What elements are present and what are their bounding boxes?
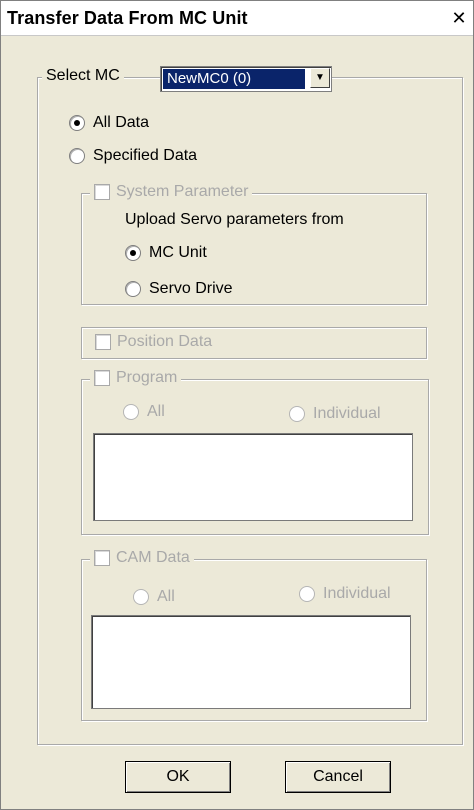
program-individual-label: Individual	[313, 405, 381, 422]
system-parameter-checkbox[interactable]	[94, 184, 110, 200]
position-data-option[interactable]: Position Data	[95, 333, 212, 351]
cam-individual-radio-button[interactable]	[299, 586, 315, 602]
select-mc-value: NewMC0 (0)	[163, 69, 305, 89]
cam-individual-radio[interactable]: Individual	[299, 585, 391, 603]
cam-data-checkbox[interactable]	[94, 550, 110, 566]
specified-data-label: Specified Data	[93, 147, 198, 164]
cam-all-radio-button[interactable]	[133, 589, 149, 605]
select-mc-legend: Select MC	[42, 67, 124, 85]
program-individual-radio[interactable]: Individual	[289, 405, 381, 423]
close-icon[interactable]: ✕	[449, 9, 469, 27]
cam-all-radio[interactable]: All	[133, 588, 175, 606]
system-parameter-label: System Parameter	[116, 183, 249, 200]
cam-data-label: CAM Data	[116, 549, 190, 566]
mc-unit-radio[interactable]: MC Unit	[125, 244, 207, 262]
program-all-radio[interactable]: All	[123, 403, 165, 421]
all-data-radio-button[interactable]	[69, 115, 85, 131]
servo-drive-label: Servo Drive	[149, 280, 233, 297]
cam-data-legend: CAM Data	[90, 549, 194, 567]
upload-servo-text: Upload Servo parameters from	[125, 211, 344, 228]
all-data-radio[interactable]: All Data	[69, 114, 149, 132]
program-label: Program	[116, 369, 178, 386]
servo-drive-radio[interactable]: Servo Drive	[125, 280, 233, 298]
program-list[interactable]	[93, 433, 413, 521]
transfer-data-dialog: Transfer Data From MC Unit ✕ Select MC N…	[0, 0, 474, 810]
cam-all-label: All	[157, 588, 175, 605]
dialog-title: Transfer Data From MC Unit	[7, 8, 248, 28]
chevron-down-icon[interactable]: ▼	[310, 68, 330, 88]
cam-individual-label: Individual	[323, 585, 391, 602]
position-data-label: Position Data	[117, 333, 213, 350]
specified-data-radio[interactable]: Specified Data	[69, 147, 197, 165]
program-checkbox[interactable]	[94, 370, 110, 386]
cam-data-list[interactable]	[91, 615, 411, 709]
servo-drive-radio-button[interactable]	[125, 281, 141, 297]
ok-button[interactable]: OK	[125, 761, 231, 793]
select-mc-label: Select MC	[46, 67, 120, 84]
specified-data-radio-button[interactable]	[69, 148, 85, 164]
title-bar: Transfer Data From MC Unit ✕	[1, 1, 473, 36]
program-all-radio-button[interactable]	[123, 404, 139, 420]
system-parameter-legend: System Parameter	[90, 183, 253, 201]
all-data-label: All Data	[93, 114, 150, 131]
select-mc-dropdown[interactable]: NewMC0 (0) ▼	[160, 66, 332, 92]
cancel-button[interactable]: Cancel	[285, 761, 391, 793]
program-individual-radio-button[interactable]	[289, 406, 305, 422]
mc-unit-radio-button[interactable]	[125, 245, 141, 261]
position-data-checkbox[interactable]	[95, 334, 111, 350]
mc-unit-label: MC Unit	[149, 244, 207, 261]
program-all-label: All	[147, 403, 165, 420]
program-legend: Program	[90, 369, 182, 387]
